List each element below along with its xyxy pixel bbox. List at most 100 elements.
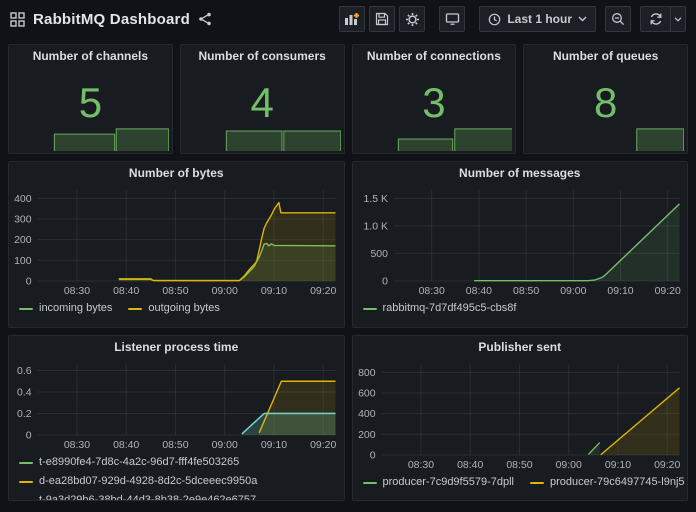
chart-legend: producer-7c9d9f5579-7dpll producer-79c649…	[353, 472, 688, 490]
clock-icon	[488, 13, 501, 26]
svg-text:09:00: 09:00	[560, 286, 586, 297]
save-dashboard-button[interactable]	[369, 6, 396, 32]
legend-series-label: outgoing bytes	[148, 302, 220, 314]
dashboard-title[interactable]: RabbitMQ Dashboard	[33, 11, 190, 28]
legend-series-label: d-ea28bd07-929d-4928-8d2c-5dceeec9950a	[39, 475, 258, 487]
dashboard-header: RabbitMQ Dashboard Last 1 hour	[0, 0, 696, 38]
stat-sparkline	[356, 125, 513, 151]
svg-text:0.6: 0.6	[17, 366, 32, 377]
chart-panel-number-of-messages: Number of messages 0 500 1.0 K 1.5 K 08:30 08…	[351, 161, 688, 328]
panel-title[interactable]: Number of channels	[9, 45, 172, 67]
stat-sparkline	[184, 125, 341, 151]
chart-plot-area[interactable]: 0 500 1.0 K 1.5 K 08:30 08:40 08:50 09:00 09:10 0…	[353, 184, 688, 298]
svg-text:09:10: 09:10	[604, 460, 630, 471]
refresh-button-group	[640, 6, 686, 32]
time-range-label: Last 1 hour	[507, 12, 572, 26]
svg-text:1.5 K: 1.5 K	[363, 194, 387, 205]
refresh-button[interactable]	[640, 6, 670, 32]
tv-mode-button[interactable]	[439, 6, 466, 32]
svg-text:08:30: 08:30	[418, 286, 444, 297]
svg-text:09:20: 09:20	[310, 440, 336, 451]
svg-text:0: 0	[26, 276, 32, 287]
legend-series-label: producer-7c9d9f5579-7dpll	[382, 476, 514, 488]
svg-text:200: 200	[14, 235, 32, 246]
legend-item[interactable]: producer-79c6497745-l9nj5	[529, 475, 685, 490]
svg-text:500: 500	[370, 249, 388, 260]
legend-series-color	[362, 481, 377, 484]
svg-text:400: 400	[14, 194, 32, 205]
legend-item[interactable]: t-9a3d29b6-38bd-44d3-8b38-2e9e462e6757	[19, 493, 336, 501]
panel-title[interactable]: Number of queues	[524, 45, 687, 67]
panel-title[interactable]: Number of messages	[353, 162, 688, 184]
settings-gear-button[interactable]	[399, 6, 426, 32]
chart-canvas: 0 100 200 300 400 08:30 08:40 08:50 09:00 09:10 09…	[14, 190, 336, 297]
svg-text:08:30: 08:30	[64, 440, 90, 451]
stat-panel-queues: Number of queues 8	[523, 44, 688, 154]
svg-text:0: 0	[382, 276, 388, 287]
svg-text:09:20: 09:20	[654, 286, 680, 297]
svg-text:08:30: 08:30	[64, 286, 90, 297]
svg-text:08:40: 08:40	[113, 440, 139, 451]
svg-text:200: 200	[358, 430, 376, 441]
panel-title[interactable]: Publisher sent	[353, 336, 688, 358]
chart-panel-number-of-bytes: Number of bytes 0 100 200 300 400 08:30 08:40 0…	[8, 161, 345, 328]
svg-text:100: 100	[14, 256, 32, 267]
legend-item[interactable]: d-ea28bd07-929d-4928-8d2c-5dceeec9950a	[19, 474, 336, 489]
sparkline-canvas	[225, 130, 341, 151]
legend-series-color	[362, 307, 377, 310]
zoom-out-time-button[interactable]	[605, 6, 631, 32]
svg-text:08:40: 08:40	[113, 286, 139, 297]
chart-plot-area[interactable]: 0 100 200 300 400 08:30 08:40 08:50 09:00 09:10 09…	[9, 184, 344, 298]
legend-series-color	[19, 480, 33, 483]
add-panel-button[interactable]	[339, 6, 366, 32]
stat-panel-consumers: Number of consumers 4	[179, 44, 345, 154]
chart-legend: t-e8990fe4-7d8c-4a2c-96d7-fff4fe503265 d-…	[9, 452, 344, 501]
stat-sparkline	[527, 125, 684, 151]
legend-item[interactable]: producer-7c9d9f5579-7dpll	[362, 475, 514, 490]
apps-grid-icon[interactable]	[10, 11, 25, 27]
svg-text:08:40: 08:40	[457, 460, 483, 471]
sparkline-canvas	[53, 128, 169, 151]
toolbar: Last 1 hour	[339, 6, 686, 32]
stat-sparkline	[12, 125, 169, 151]
refresh-interval-dropdown[interactable]	[670, 6, 686, 32]
svg-text:08:30: 08:30	[407, 460, 433, 471]
legend-item[interactable]: incoming bytes	[19, 301, 112, 316]
time-range-picker[interactable]: Last 1 hour	[479, 6, 596, 32]
svg-text:09:20: 09:20	[310, 286, 336, 297]
chevron-down-icon	[578, 16, 587, 22]
svg-text:0.4: 0.4	[17, 387, 32, 398]
legend-series-color	[19, 461, 33, 464]
chart-plot-area[interactable]: 0 200 400 600 800 08:30 08:40 08:50 09:00 09:10 09…	[353, 358, 688, 472]
svg-text:0: 0	[26, 430, 32, 441]
svg-text:09:00: 09:00	[212, 440, 238, 451]
svg-text:09:00: 09:00	[212, 286, 238, 297]
svg-text:08:50: 08:50	[506, 460, 532, 471]
legend-item[interactable]: outgoing bytes	[128, 301, 220, 316]
chart-legend: rabbitmq-7d7df495c5-cbs8f	[353, 298, 688, 316]
svg-text:09:10: 09:10	[261, 286, 287, 297]
svg-text:08:50: 08:50	[162, 440, 188, 451]
panel-title[interactable]: Listener process time	[9, 336, 344, 358]
svg-text:08:50: 08:50	[162, 286, 188, 297]
chart-panel-publisher-sent: Publisher sent 0 200 400 600 800 08:30 08:40 08…	[351, 335, 688, 501]
svg-text:08:40: 08:40	[465, 286, 491, 297]
svg-text:0: 0	[369, 450, 375, 461]
share-icon[interactable]	[198, 12, 212, 26]
panel-title[interactable]: Number of connections	[353, 45, 516, 67]
legend-series-label: t-9a3d29b6-38bd-44d3-8b38-2e9e462e6757	[39, 494, 257, 501]
chart-plot-area[interactable]: 0 0.2 0.4 0.6 08:30 08:40 08:50 09:00 09:10 09:20	[9, 358, 344, 452]
legend-series-label: t-e8990fe4-7d8c-4a2c-96d7-fff4fe503265	[39, 456, 240, 468]
chart-legend: incoming bytes outgoing bytes	[9, 298, 344, 316]
legend-item[interactable]: t-e8990fe4-7d8c-4a2c-96d7-fff4fe503265	[19, 455, 336, 470]
stat-panel-connections: Number of connections 3	[351, 44, 517, 154]
chart-canvas: 0 200 400 600 800 08:30 08:40 08:50 09:00 09:10 09…	[358, 364, 680, 471]
legend-series-label: producer-79c6497745-l9nj5	[549, 476, 685, 488]
panel-title[interactable]: Number of consumers	[181, 45, 344, 67]
svg-text:400: 400	[358, 409, 376, 420]
sparkline-canvas	[397, 128, 513, 151]
sparkline-canvas	[636, 128, 684, 151]
legend-item[interactable]: rabbitmq-7d7df495c5-cbs8f	[362, 301, 516, 316]
stat-panel-channels: Number of channels 5	[8, 44, 173, 154]
panel-title[interactable]: Number of bytes	[9, 162, 344, 184]
